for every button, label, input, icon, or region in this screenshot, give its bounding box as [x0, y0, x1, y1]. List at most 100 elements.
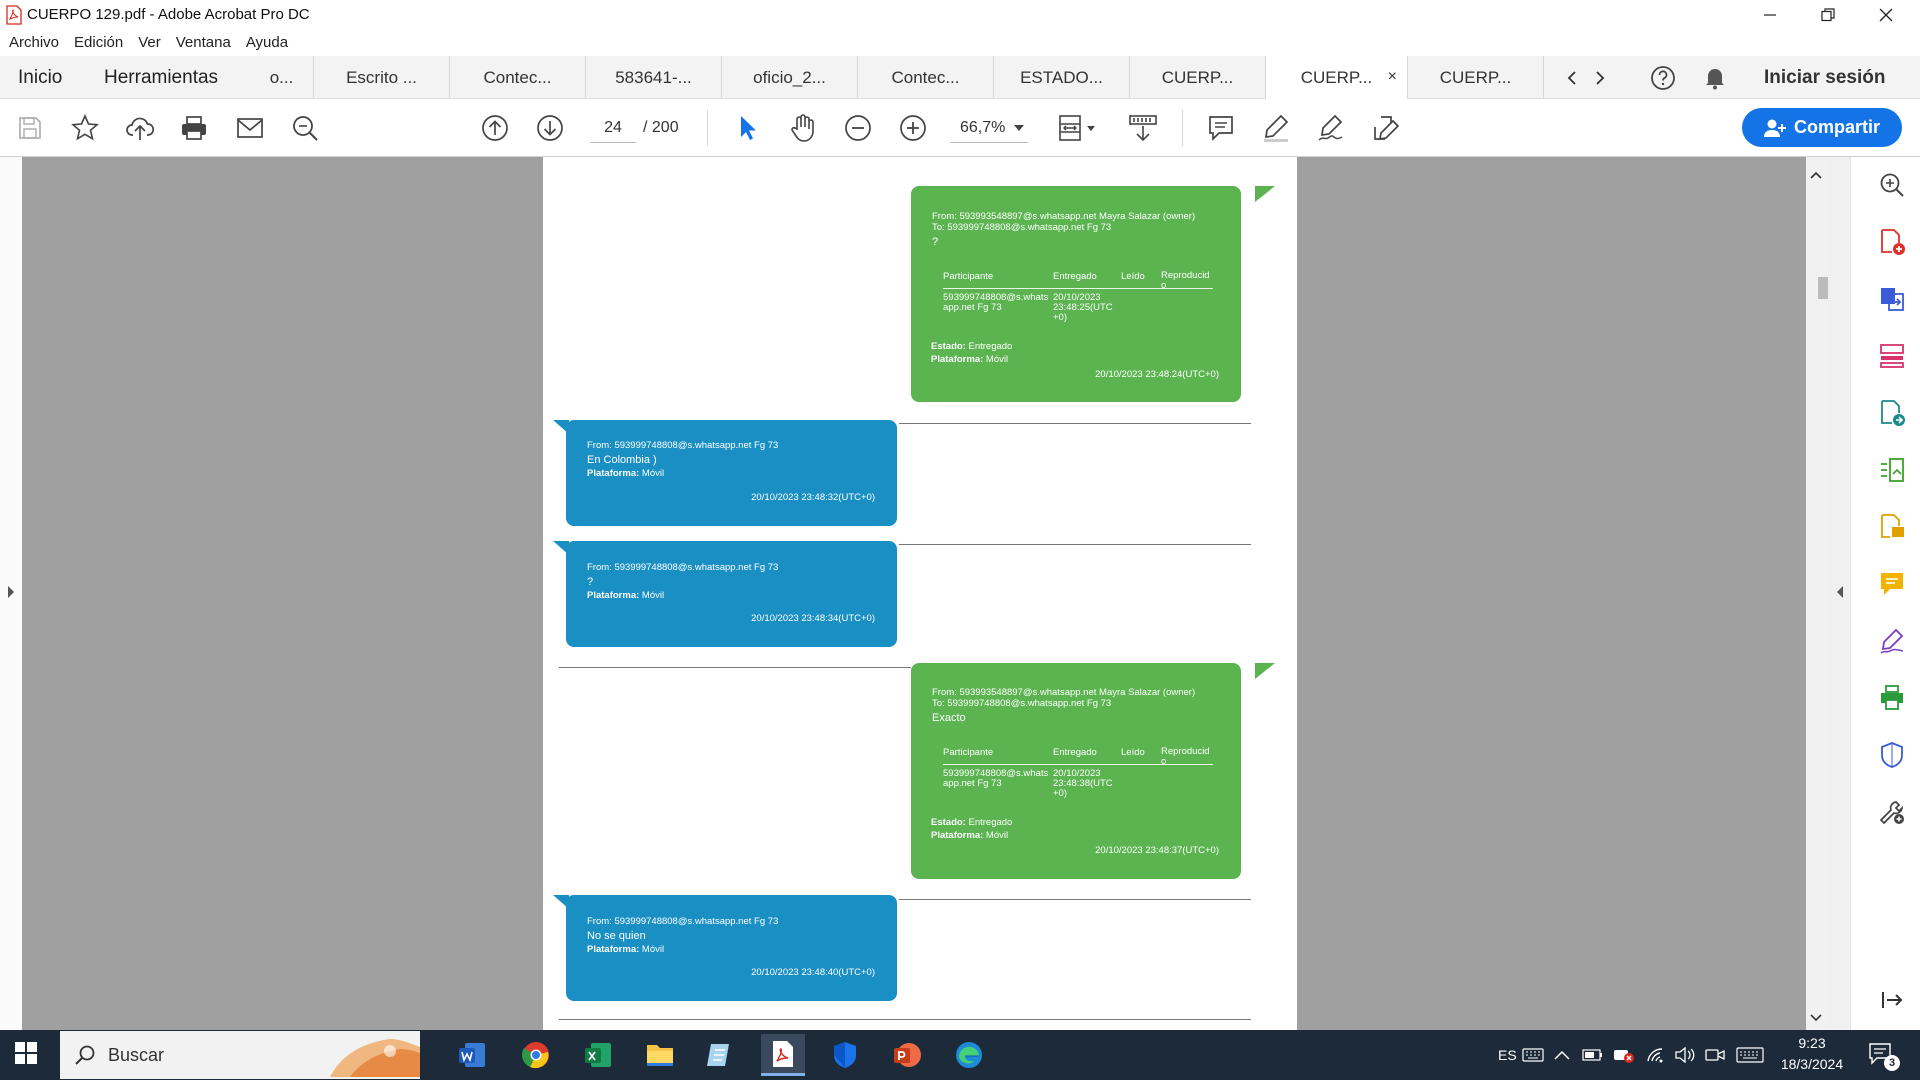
- menu-ayuda[interactable]: Ayuda: [246, 34, 288, 51]
- combine-files-tool[interactable]: [1875, 396, 1909, 430]
- right-panel-collapse-button[interactable]: [1832, 582, 1848, 602]
- protect-tool[interactable]: [1875, 738, 1909, 772]
- message-separator: [899, 423, 1251, 424]
- wifi-tray-icon[interactable]: [1646, 1030, 1666, 1080]
- share-button[interactable]: Compartir: [1742, 108, 1902, 147]
- fill-sign-tool[interactable]: [1875, 624, 1909, 658]
- upload-cloud-button[interactable]: [122, 110, 158, 146]
- tab-scroll-left-button[interactable]: [1560, 66, 1584, 90]
- message-from: From: 593999748808@s.whatsapp.net Fg 73: [587, 916, 779, 927]
- help-button[interactable]: [1648, 63, 1678, 93]
- notification-center-button[interactable]: 3: [1862, 1040, 1902, 1072]
- next-page-button[interactable]: [532, 110, 568, 146]
- minimize-button[interactable]: [1742, 0, 1798, 29]
- tools-tab[interactable]: Herramientas: [104, 56, 218, 99]
- comment-button[interactable]: [1203, 110, 1239, 146]
- create-pdf-tool[interactable]: [1875, 225, 1909, 259]
- comment-tool[interactable]: [1875, 567, 1909, 601]
- notifications-button[interactable]: [1700, 63, 1730, 93]
- menu-ventana[interactable]: Ventana: [176, 34, 231, 51]
- document-tab[interactable]: ESTADO...: [994, 56, 1130, 99]
- start-button[interactable]: [14, 1041, 44, 1071]
- tray-overflow-button[interactable]: [1554, 1030, 1570, 1080]
- taskbar-chrome[interactable]: [514, 1034, 558, 1076]
- highlight-button[interactable]: [1258, 110, 1294, 146]
- page-fit-dropdown[interactable]: [1055, 110, 1103, 146]
- taskbar-excel[interactable]: [576, 1034, 620, 1076]
- save-button[interactable]: [12, 110, 48, 146]
- previous-page-button[interactable]: [477, 110, 513, 146]
- tab-scroll-right-button[interactable]: [1588, 66, 1612, 90]
- platform-row: Plataforma: Móvil: [587, 944, 665, 955]
- document-tab[interactable]: CUERP...: [1130, 56, 1266, 99]
- pdf-page[interactable]: From: 593993548897@s.whatsapp.net Mayra …: [543, 157, 1297, 1030]
- system-clock[interactable]: 9:23 18/3/2024: [1770, 1033, 1854, 1075]
- zoom-in-button[interactable]: [895, 110, 931, 146]
- sign-button[interactable]: [1313, 110, 1349, 146]
- meet-tray-icon[interactable]: [1704, 1030, 1726, 1080]
- document-tab[interactable]: 583641-...: [586, 56, 722, 99]
- zoom-search-tool[interactable]: [1875, 168, 1909, 202]
- more-tools[interactable]: [1875, 795, 1909, 829]
- document-tab[interactable]: oficio_2...: [722, 56, 858, 99]
- taskbar-search[interactable]: Buscar: [60, 1031, 420, 1079]
- print-button[interactable]: [176, 110, 212, 146]
- taskbar-edge[interactable]: [947, 1034, 991, 1076]
- close-tab-icon[interactable]: ×: [1388, 68, 1397, 86]
- menu-ver[interactable]: Ver: [138, 34, 161, 51]
- document-tab[interactable]: o...: [250, 56, 314, 99]
- chevron-up-icon: [1554, 1050, 1570, 1060]
- scrollbar-thumb[interactable]: [1818, 277, 1828, 299]
- edit-text-tool[interactable]: [1875, 510, 1909, 544]
- menu-archivo[interactable]: Archivo: [9, 34, 59, 51]
- taskbar-powerpoint[interactable]: [885, 1034, 929, 1076]
- taskbar-acrobat[interactable]: [761, 1034, 805, 1076]
- zoom-out-button[interactable]: [840, 110, 876, 146]
- keyboard-tray-icon[interactable]: [1522, 1030, 1544, 1080]
- document-tab[interactable]: Escrito ...: [314, 56, 450, 99]
- email-button[interactable]: [232, 110, 268, 146]
- table-divider: [943, 764, 1213, 765]
- shield-icon: [834, 1042, 856, 1068]
- find-button[interactable]: [287, 110, 323, 146]
- scroll-mode-button[interactable]: [1123, 110, 1163, 146]
- hand-tool-button[interactable]: [785, 110, 821, 146]
- sign-in-link[interactable]: Iniciar sesión: [1764, 56, 1885, 99]
- left-panel-toggle[interactable]: [0, 157, 22, 1030]
- bookmark-star-button[interactable]: [67, 110, 103, 146]
- close-window-button[interactable]: [1858, 0, 1914, 29]
- message-separator: [899, 544, 1251, 545]
- menu-edicion[interactable]: Edición: [74, 34, 123, 51]
- select-tool-button[interactable]: [730, 110, 766, 146]
- organize-pages-tool[interactable]: [1875, 339, 1909, 373]
- signature-pen-icon: [1318, 114, 1343, 141]
- page-number-input[interactable]: 24: [590, 113, 636, 143]
- expand-panel-button[interactable]: [1875, 983, 1909, 1017]
- status-row: Estado: Entregado: [931, 817, 1013, 828]
- taskbar-security[interactable]: [823, 1034, 867, 1076]
- zoom-level-dropdown[interactable]: 66,7%: [950, 113, 1028, 143]
- edit-pdf-button[interactable]: [1368, 110, 1404, 146]
- message-timestamp: 20/10/2023 23:48:37(UTC+0): [1095, 845, 1219, 856]
- export-pdf-tool[interactable]: [1875, 282, 1909, 316]
- document-tab-active[interactable]: CUERP... ×: [1266, 56, 1408, 99]
- input-language[interactable]: ES: [1498, 1030, 1517, 1080]
- document-tab[interactable]: Contec...: [450, 56, 586, 99]
- document-tab[interactable]: Contec...: [858, 56, 994, 99]
- edit-document-icon: [1374, 116, 1400, 141]
- hand-icon: [791, 114, 814, 142]
- taskbar-word[interactable]: [450, 1034, 494, 1076]
- battery-tray-icon[interactable]: [1582, 1030, 1604, 1080]
- network-tray-icon[interactable]: [1612, 1030, 1636, 1080]
- home-tab[interactable]: Inicio: [18, 56, 62, 99]
- touch-keyboard-tray-icon[interactable]: [1736, 1030, 1764, 1080]
- scan-ocr-tool[interactable]: [1875, 453, 1909, 487]
- taskbar-notes-app[interactable]: [698, 1034, 742, 1076]
- close-icon: [1879, 8, 1893, 21]
- print-production-tool[interactable]: [1875, 681, 1909, 715]
- document-tab[interactable]: CUERP...: [1408, 56, 1544, 99]
- taskbar-file-explorer[interactable]: [638, 1034, 682, 1076]
- restore-button[interactable]: [1800, 0, 1856, 29]
- volume-tray-icon[interactable]: [1674, 1030, 1696, 1080]
- window-title: CUERPO 129.pdf - Adobe Acrobat Pro DC: [27, 6, 310, 23]
